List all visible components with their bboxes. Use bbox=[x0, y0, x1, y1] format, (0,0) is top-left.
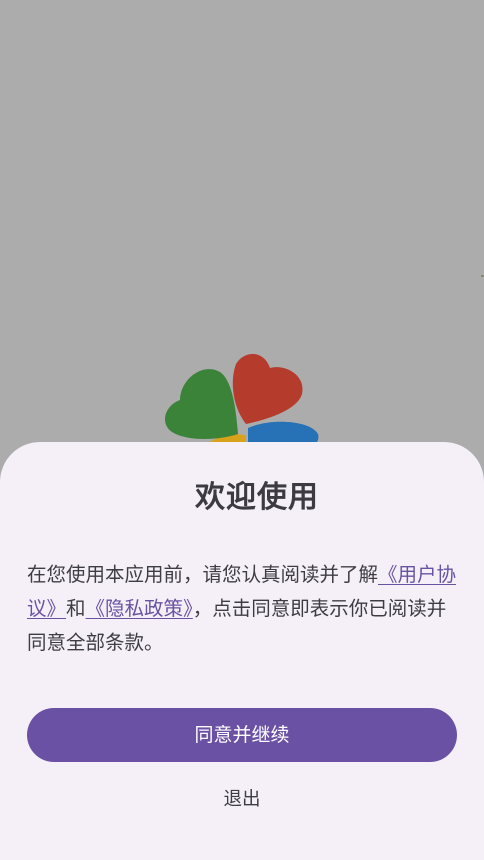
notice-text-before: 在您使用本应用前，请您认真阅读并了解 bbox=[27, 563, 379, 586]
privacy-policy-link[interactable]: 《隐私政策》 bbox=[86, 597, 193, 620]
consent-bottom-sheet: 欢迎使用 在您使用本应用前，请您认真阅读并了解《用户协议》和《隐私政策》，点击同… bbox=[0, 442, 484, 860]
agree-continue-button[interactable]: 同意并继续 bbox=[27, 708, 457, 762]
dialog-title: 欢迎使用 bbox=[195, 480, 319, 515]
notice-text-and: 和 bbox=[66, 597, 86, 620]
consent-notice-text: 在您使用本应用前，请您认真阅读并了解《用户协议》和《隐私政策》，点击同意即表示你… bbox=[27, 558, 457, 660]
exit-button[interactable]: 退出 bbox=[192, 782, 292, 818]
